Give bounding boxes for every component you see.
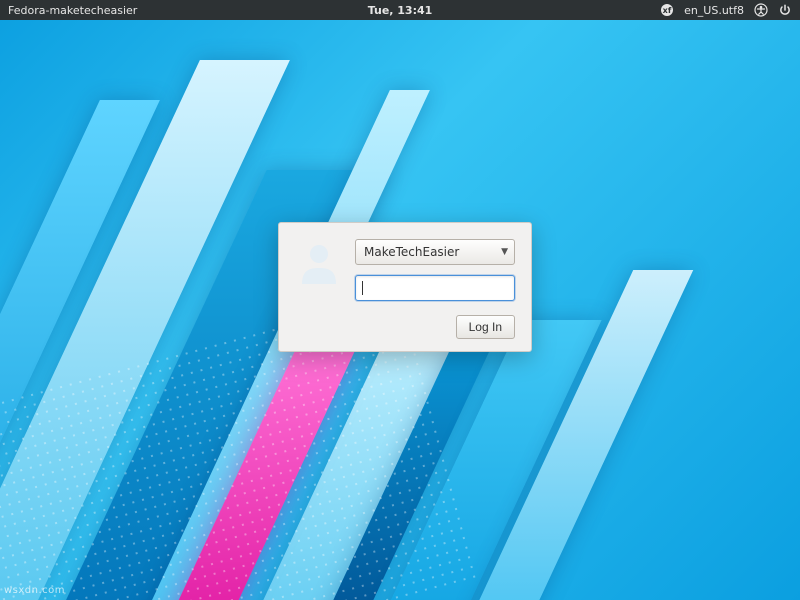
svg-text:xf: xf <box>663 6 672 15</box>
username-select-value: MakeTechEasier <box>364 245 459 259</box>
power-icon[interactable] <box>778 3 792 17</box>
text-cursor <box>362 281 363 295</box>
username-select[interactable]: MakeTechEasier ▼ <box>355 239 515 265</box>
chevron-down-icon: ▼ <box>501 247 508 257</box>
user-avatar-icon <box>295 239 343 287</box>
top-panel: Fedora-maketecheasier Tue, 13:41 xf en_U… <box>0 0 800 20</box>
password-input[interactable] <box>355 275 515 301</box>
session-indicator-icon[interactable]: xf <box>660 3 674 17</box>
login-panel: MakeTechEasier ▼ Log In <box>278 222 532 352</box>
keyboard-locale-label[interactable]: en_US.utf8 <box>684 4 744 17</box>
accessibility-icon[interactable] <box>754 3 768 17</box>
login-button[interactable]: Log In <box>456 315 515 339</box>
hostname-label: Fedora-maketecheasier <box>8 4 137 17</box>
watermark-label: wsxdn.com <box>4 585 65 596</box>
